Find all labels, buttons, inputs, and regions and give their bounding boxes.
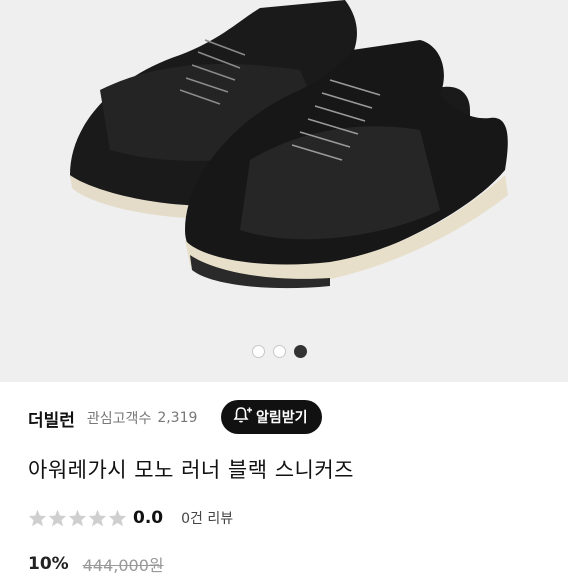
rating-value: 0.0	[133, 508, 164, 528]
bell-plus-icon	[233, 406, 253, 428]
original-price: 444,000원	[82, 556, 164, 575]
gallery-dot-2[interactable]	[273, 345, 286, 358]
brand-name[interactable]: 더빌런	[28, 406, 75, 431]
alert-button-label: 알림받기	[256, 410, 308, 426]
gallery-dot-3[interactable]	[294, 345, 307, 358]
discount-rate: 10%	[28, 554, 69, 574]
star-icon	[88, 509, 107, 527]
sneakers-illustration	[70, 0, 508, 289]
alert-button[interactable]: 알림받기	[221, 400, 322, 434]
interest-label: 관심고객수	[86, 411, 152, 427]
brand-row: 더빌런 관심고객수 2,319 알림받기	[28, 400, 540, 434]
rating-stars	[28, 509, 127, 527]
price-row: 10% 444,000원	[28, 552, 164, 576]
interest-count: 2,319	[157, 410, 198, 426]
rating-row[interactable]: 0.0 0건 리뷰	[28, 508, 233, 528]
star-icon	[28, 509, 47, 527]
product-image[interactable]	[0, 0, 568, 382]
star-icon	[68, 509, 87, 527]
gallery-dot-1[interactable]	[252, 345, 265, 358]
star-icon	[108, 509, 127, 527]
review-count[interactable]: 0건 리뷰	[181, 508, 233, 528]
star-icon	[48, 509, 67, 527]
gallery-pagination	[252, 345, 307, 358]
product-title: 아워레가시 모노 러너 블랙 스니커즈	[28, 458, 354, 482]
